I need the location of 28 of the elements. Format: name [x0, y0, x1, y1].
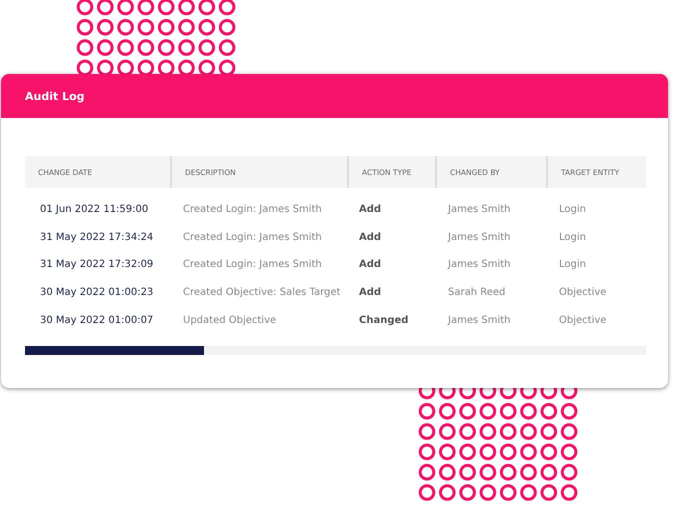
table-cell: Objective	[559, 287, 606, 298]
table-cell: 30 May 2022 01:00:23	[40, 287, 154, 298]
table-cell: 31 May 2022 17:32:09	[40, 259, 154, 270]
table-cell: Login	[559, 259, 586, 270]
table-cell: Created Login: James Smith	[183, 232, 322, 243]
table-cell: 31 May 2022 17:34:24	[40, 232, 154, 243]
table-cell: Sarah Reed	[448, 287, 506, 298]
table-cell: Add	[359, 287, 382, 298]
table-cell: James Smith	[448, 232, 510, 243]
card-title: Audit Log	[25, 90, 85, 102]
table-cell: Add	[359, 259, 382, 270]
table-cell: James Smith	[448, 314, 510, 326]
table-cell: Created Objective: Sales Target	[183, 287, 340, 298]
table-cell: Add	[359, 204, 382, 216]
horizontal-scrollbar[interactable]	[25, 346, 646, 355]
table-cell: Objective	[559, 314, 606, 326]
table-cell: Add	[359, 232, 382, 243]
table-cell: Updated Objective	[183, 314, 276, 326]
table-cell: 30 May 2022 01:00:07	[40, 314, 154, 326]
table-cell: Changed	[359, 314, 408, 326]
table-cell: James Smith	[448, 259, 510, 270]
table-cell: Login	[559, 232, 586, 243]
table-cell: James Smith	[448, 204, 510, 216]
table-cell: Created Login: James Smith	[183, 204, 322, 216]
table-cell: 01 Jun 2022 11:59:00	[40, 204, 148, 216]
table-cell: Created Login: James Smith	[183, 259, 322, 270]
table-cell: Login	[559, 204, 586, 216]
scrollbar-thumb[interactable]	[25, 346, 204, 355]
